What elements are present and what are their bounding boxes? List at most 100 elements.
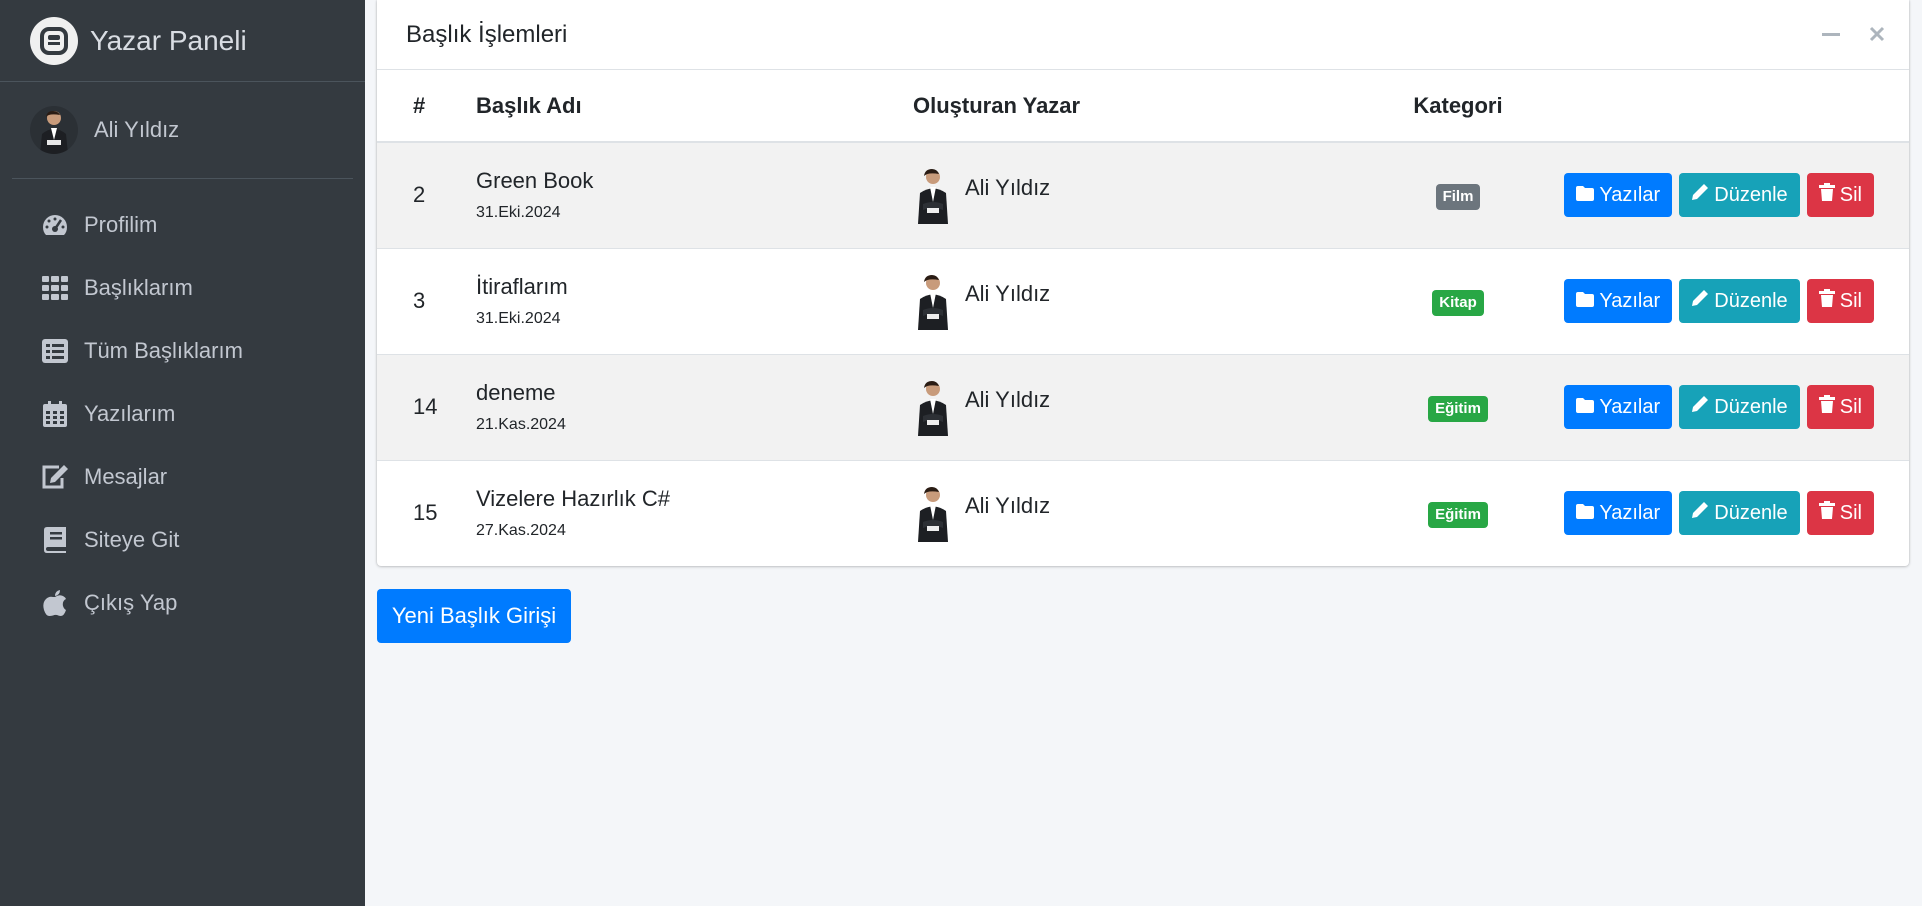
table-row: 3 İtiraflarım 31.Eki.2024 Ali Yıldız Kitap Ya…: [377, 248, 1909, 354]
delete-button[interactable]: Sil: [1806, 279, 1874, 323]
author-avatar: [913, 484, 953, 543]
sidebar-item-label: Profilim: [84, 211, 158, 237]
sidebar-item-label: Yazılarım: [84, 400, 176, 426]
sidebar-item-label: Mesajlar: [84, 463, 168, 489]
sidebar-nav: Profilim Başlıklarım Tüm Başlıklarım Yaz…: [0, 193, 365, 634]
table-row: 2 Green Book 31.Eki.2024 Ali Yıldız Film Yazı…: [377, 142, 1909, 248]
sidebar: Yazar Paneli Ali Yıldız Profilim Başlıkl: [0, 0, 365, 906]
row-id: 14: [413, 394, 438, 419]
category-cell: Eğitim: [1363, 460, 1553, 566]
folder-icon: [1576, 184, 1599, 207]
apple-icon: [40, 588, 70, 618]
delete-button[interactable]: Sil: [1806, 491, 1874, 536]
close-icon[interactable]: [1865, 22, 1889, 46]
edit-button[interactable]: Düzenle: [1679, 491, 1800, 536]
author-avatar: [913, 166, 953, 225]
card-header: Başlık İşlemleri: [377, 0, 1909, 70]
table-row: 14 deneme 21.Kas.2024 Ali Yıldız Eğitim Yazıl…: [377, 354, 1909, 460]
pencil-icon: [1691, 289, 1714, 313]
category-badge: Eğitim: [1428, 395, 1488, 422]
user-name: Ali Yıldız: [94, 117, 180, 142]
book-icon: [40, 525, 70, 555]
trash-icon: [1818, 395, 1840, 419]
trash-icon: [1818, 183, 1840, 207]
col-header-actions: [1553, 70, 1909, 143]
pencil-icon: [1691, 395, 1714, 419]
posts-button[interactable]: Yazılar: [1564, 279, 1673, 323]
row-id: 2: [413, 182, 426, 208]
author-cell: Ali Yıldız: [903, 142, 1363, 248]
sidebar-item-label: Tüm Başlıklarım: [84, 337, 243, 363]
edit-button[interactable]: Düzenle: [1679, 173, 1800, 218]
edit-button[interactable]: Düzenle: [1679, 385, 1800, 429]
brand-logo-icon: [30, 16, 78, 65]
sidebar-item-label: Siteye Git: [84, 526, 180, 552]
titles-table: # Başlık Adı Oluşturan Yazar Kategori 2 G…: [377, 70, 1909, 566]
brand-link[interactable]: Yazar Paneli: [0, 0, 365, 82]
title-cell: Green Book 31.Eki.2024: [476, 142, 903, 248]
user-panel[interactable]: Ali Yıldız: [12, 82, 353, 179]
col-header-num: #: [377, 70, 476, 143]
tachometer-icon: [40, 210, 70, 240]
pencil-icon: [1691, 501, 1714, 525]
edit-button-label: Düzenle: [1714, 395, 1788, 418]
category-badge: Eğitim: [1428, 501, 1488, 528]
posts-button-label: Yazılar: [1599, 395, 1661, 418]
new-title-button[interactable]: Yeni Başlık Girişi: [377, 589, 571, 643]
posts-button-label: Yazılar: [1599, 501, 1661, 524]
edit-button-label: Düzenle: [1714, 501, 1788, 524]
sidebar-item-label: Başlıklarım: [84, 274, 193, 300]
pencil-icon: [1691, 183, 1714, 207]
title-name: Green Book: [476, 168, 594, 194]
posts-button[interactable]: Yazılar: [1564, 385, 1673, 429]
title-name: Vizelere Hazırlık C#: [476, 486, 670, 512]
author-cell: Ali Yıldız: [903, 460, 1363, 566]
posts-button[interactable]: Yazılar: [1564, 491, 1673, 536]
sidebar-item-basliklarim[interactable]: Başlıklarım: [0, 256, 365, 319]
category-cell: Film: [1363, 142, 1553, 248]
delete-button-label: Sil: [1839, 289, 1862, 312]
title-date: 31.Eki.2024: [476, 310, 561, 327]
posts-button-label: Yazılar: [1599, 183, 1661, 206]
actions-cell: Yazılar Düzenle Sil: [1553, 142, 1909, 248]
col-header-category: Kategori: [1363, 70, 1553, 143]
edit-button[interactable]: Düzenle: [1679, 279, 1800, 323]
sidebar-item-siteye-git[interactable]: Siteye Git: [0, 508, 365, 571]
delete-button[interactable]: Sil: [1806, 385, 1874, 429]
posts-button[interactable]: Yazılar: [1564, 173, 1673, 218]
edit-button-label: Düzenle: [1714, 289, 1788, 312]
title-date: 27.Kas.2024: [476, 522, 566, 540]
brand-title: Yazar Paneli: [90, 24, 247, 56]
title-date: 31.Eki.2024: [476, 204, 561, 222]
row-id: 15: [413, 500, 438, 526]
category-cell: Eğitim: [1363, 354, 1553, 460]
trash-icon: [1818, 501, 1840, 525]
sidebar-item-profilim[interactable]: Profilim: [0, 193, 365, 256]
author-name: Ali Yıldız: [965, 493, 1051, 519]
list-icon: [40, 336, 70, 366]
title-cell: İtiraflarım 31.Eki.2024: [476, 248, 903, 354]
title-cell: deneme 21.Kas.2024: [476, 354, 903, 460]
card-tools: [1819, 22, 1889, 46]
posts-button-label: Yazılar: [1599, 289, 1661, 312]
sidebar-item-tum-basliklarim[interactable]: Tüm Başlıklarım: [0, 319, 365, 382]
category-badge: Kitap: [1432, 289, 1484, 316]
actions-cell: Yazılar Düzenle Sil: [1553, 354, 1909, 460]
delete-button-label: Sil: [1839, 183, 1862, 206]
table-row: 15 Vizelere Hazırlık C# 27.Kas.2024 Ali Yıl…: [377, 460, 1909, 566]
category-badge: Film: [1435, 183, 1481, 210]
category-cell: Kitap: [1363, 248, 1553, 354]
title-date: 21.Kas.2024: [476, 416, 566, 433]
author-name: Ali Yıldız: [965, 281, 1051, 306]
sidebar-item-label: Çıkış Yap: [84, 589, 178, 615]
edit-icon: [40, 462, 70, 492]
calendar-icon: [40, 399, 70, 429]
minus-icon[interactable]: [1819, 22, 1843, 46]
author-cell: Ali Yıldız: [903, 354, 1363, 460]
trash-icon: [1818, 289, 1840, 313]
sidebar-item-cikis-yap[interactable]: Çıkış Yap: [0, 571, 365, 634]
sidebar-item-yazilarim[interactable]: Yazılarım: [0, 382, 365, 445]
delete-button[interactable]: Sil: [1806, 173, 1874, 218]
author-name: Ali Yıldız: [965, 387, 1051, 412]
sidebar-item-mesajlar[interactable]: Mesajlar: [0, 445, 365, 508]
